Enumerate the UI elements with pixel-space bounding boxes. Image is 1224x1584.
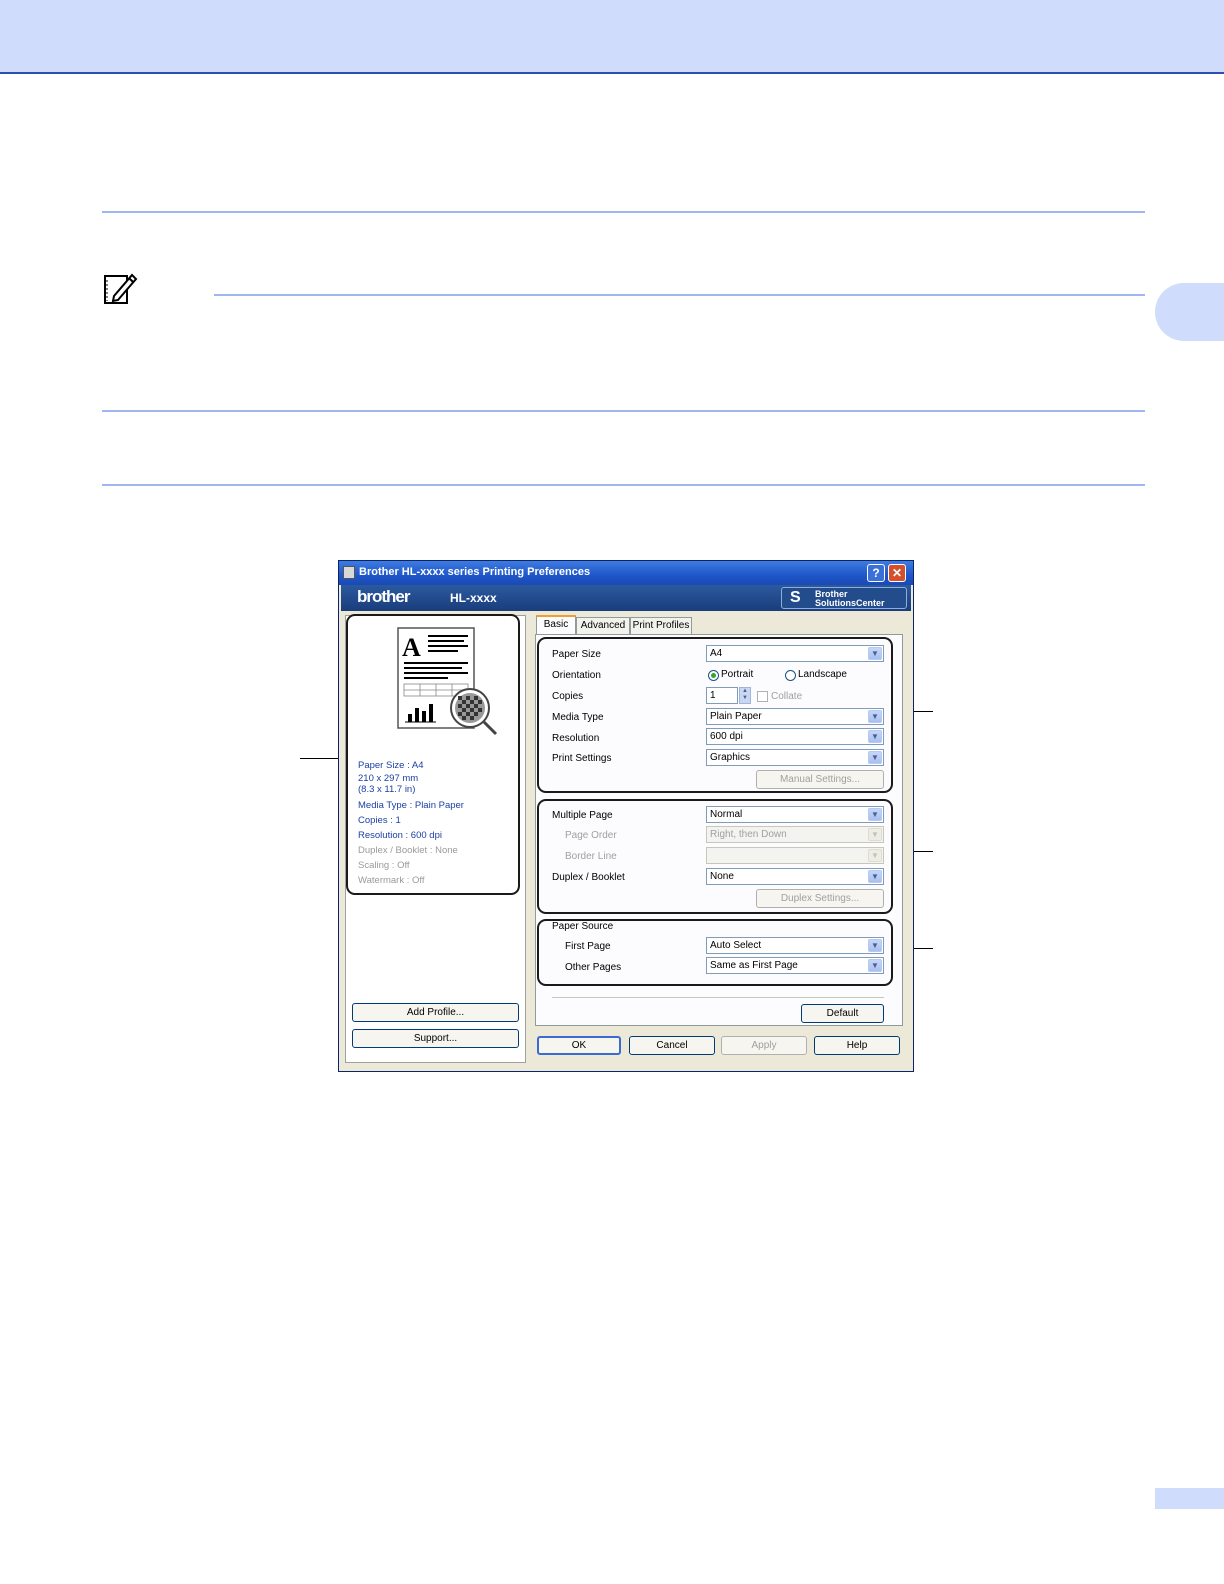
basic-tab-page: Paper Size A4 ▼ Orientation Portrait Land… bbox=[535, 634, 903, 1026]
duplex-settings-button[interactable]: Duplex Settings... bbox=[756, 889, 884, 908]
other-pages-value: Same as First Page bbox=[710, 960, 798, 971]
border-line-label: Border Line bbox=[565, 851, 617, 862]
chevron-down-icon: ▼ bbox=[868, 849, 882, 862]
note-rule bbox=[214, 294, 1145, 296]
model-name: HL-xxxx bbox=[450, 591, 497, 605]
cancel-button[interactable]: Cancel bbox=[629, 1036, 715, 1055]
first-page-value: Auto Select bbox=[710, 940, 762, 951]
tab-basic[interactable]: Basic bbox=[536, 615, 576, 635]
chapter-tab bbox=[1155, 283, 1224, 341]
first-page-select[interactable]: Auto Select ▼ bbox=[706, 937, 884, 954]
copies-stepper[interactable]: ▲ ▼ bbox=[739, 687, 751, 704]
summary-highlight bbox=[346, 614, 520, 895]
multiple-page-select[interactable]: Normal ▼ bbox=[706, 806, 884, 823]
stepper-down-icon[interactable]: ▼ bbox=[740, 695, 750, 702]
chevron-down-icon: ▼ bbox=[868, 870, 882, 883]
note-pencil-icon bbox=[104, 273, 138, 304]
chevron-down-icon: ▼ bbox=[868, 808, 882, 821]
tab-strip: Advanced Print Profiles Basic bbox=[534, 615, 734, 635]
apply-button[interactable]: Apply bbox=[721, 1036, 807, 1055]
other-pages-select[interactable]: Same as First Page ▼ bbox=[706, 957, 884, 974]
solutions-center-icon: S bbox=[790, 589, 801, 606]
media-type-select[interactable]: Plain Paper ▼ bbox=[706, 708, 884, 725]
page-number-tab bbox=[1155, 1488, 1224, 1509]
duplex-booklet-value: None bbox=[710, 871, 734, 882]
duplex-booklet-select[interactable]: None ▼ bbox=[706, 868, 884, 885]
default-button[interactable]: Default bbox=[801, 1004, 884, 1023]
stepper-up-icon[interactable]: ▲ bbox=[740, 688, 750, 695]
multiple-page-label: Multiple Page bbox=[552, 810, 613, 821]
radio-selected-dot bbox=[711, 673, 716, 678]
brand-bar: brother HL-xxxx S Brother SolutionsCente… bbox=[341, 585, 911, 611]
brother-logo: brother bbox=[357, 587, 410, 606]
dialog-titlebar[interactable]: Brother HL-xxxx series Printing Preferen… bbox=[339, 561, 913, 585]
copies-value: 1 bbox=[710, 690, 716, 701]
help-button[interactable]: Help bbox=[814, 1036, 900, 1055]
ok-button[interactable]: OK bbox=[537, 1036, 621, 1055]
chevron-down-icon: ▼ bbox=[868, 939, 882, 952]
paper-source-label: Paper Source bbox=[552, 921, 614, 932]
paper-size-label: Paper Size bbox=[552, 649, 601, 660]
page-order-label: Page Order bbox=[565, 830, 617, 841]
chevron-down-icon: ▼ bbox=[868, 710, 882, 723]
chevron-down-icon: ▼ bbox=[868, 647, 882, 660]
section-rule bbox=[102, 211, 1145, 213]
print-settings-label: Print Settings bbox=[552, 753, 612, 764]
collate-label: Collate bbox=[771, 691, 803, 702]
resolution-value: 600 dpi bbox=[710, 731, 743, 742]
border-line-select[interactable]: ▼ bbox=[706, 847, 884, 864]
section-rule-2 bbox=[102, 410, 1145, 412]
media-type-value: Plain Paper bbox=[710, 711, 762, 722]
collate-checkbox[interactable] bbox=[757, 691, 768, 702]
paper-size-value: A4 bbox=[710, 648, 723, 659]
orientation-label: Orientation bbox=[552, 670, 601, 681]
landscape-label: Landscape bbox=[798, 669, 847, 680]
paper-size-select[interactable]: A4 ▼ bbox=[706, 645, 884, 662]
section-rule-3 bbox=[102, 484, 1145, 486]
add-profile-button[interactable]: Add Profile... bbox=[352, 1003, 519, 1022]
chevron-down-icon: ▼ bbox=[868, 959, 882, 972]
copies-input[interactable]: 1 bbox=[706, 687, 738, 704]
first-page-label: First Page bbox=[565, 941, 611, 952]
close-icon[interactable]: ✕ bbox=[888, 564, 906, 582]
tab-advanced[interactable]: Advanced bbox=[576, 617, 630, 634]
copies-label: Copies bbox=[552, 691, 584, 702]
print-settings-value: Graphics bbox=[710, 752, 751, 763]
printing-preferences-dialog: Brother HL-xxxx series Printing Preferen… bbox=[338, 560, 914, 1072]
support-button[interactable]: Support... bbox=[352, 1029, 519, 1048]
help-icon[interactable]: ? bbox=[867, 564, 885, 582]
landscape-radio[interactable] bbox=[785, 670, 796, 681]
resolution-label: Resolution bbox=[552, 733, 600, 744]
duplex-booklet-label: Duplex / Booklet bbox=[552, 872, 625, 883]
other-pages-label: Other Pages bbox=[565, 962, 622, 973]
resolution-select[interactable]: 600 dpi ▼ bbox=[706, 728, 884, 745]
chevron-down-icon: ▼ bbox=[868, 828, 882, 841]
divider bbox=[552, 997, 884, 998]
printer-icon bbox=[343, 566, 355, 579]
portrait-label: Portrait bbox=[721, 669, 754, 680]
portrait-radio[interactable] bbox=[708, 670, 719, 681]
page-order-select[interactable]: Right, then Down ▼ bbox=[706, 826, 884, 843]
multiple-page-value: Normal bbox=[710, 809, 743, 820]
page-header-band bbox=[0, 0, 1224, 74]
solutions-center-label-2: SolutionsCenter bbox=[815, 598, 885, 608]
solutions-center-button[interactable]: S Brother SolutionsCenter bbox=[781, 587, 907, 609]
tab-print-profiles[interactable]: Print Profiles bbox=[630, 617, 692, 634]
chevron-down-icon: ▼ bbox=[868, 751, 882, 764]
manual-settings-button[interactable]: Manual Settings... bbox=[756, 770, 884, 789]
dialog-title: Brother HL-xxxx series Printing Preferen… bbox=[359, 566, 591, 578]
print-settings-select[interactable]: Graphics ▼ bbox=[706, 749, 884, 766]
chevron-down-icon: ▼ bbox=[868, 730, 882, 743]
page-order-value: Right, then Down bbox=[710, 829, 787, 840]
media-type-label: Media Type bbox=[552, 712, 604, 723]
